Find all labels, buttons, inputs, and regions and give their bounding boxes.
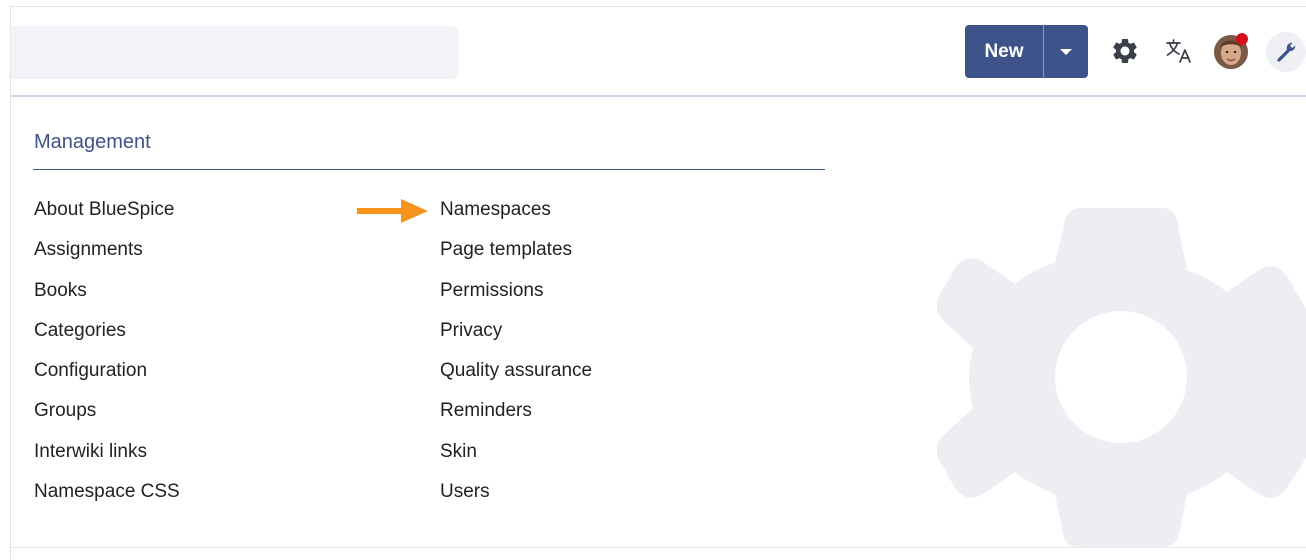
link-assignments[interactable]: Assignments xyxy=(34,237,180,277)
link-interwiki-links[interactable]: Interwiki links xyxy=(34,439,180,479)
link-configuration[interactable]: Configuration xyxy=(34,358,180,398)
frame-border-bottom xyxy=(10,547,1306,548)
admin-tools-button[interactable] xyxy=(1266,32,1306,72)
section-title: Management xyxy=(34,131,151,153)
notification-dot xyxy=(1236,33,1248,45)
gear-icon xyxy=(1113,39,1137,63)
avatar xyxy=(1214,33,1248,69)
new-dropdown-toggle[interactable] xyxy=(1044,25,1088,78)
link-permissions[interactable]: Permissions xyxy=(440,278,592,318)
watermark-gear-icon xyxy=(937,208,1306,547)
link-groups[interactable]: Groups xyxy=(34,398,180,438)
frame-border-left xyxy=(10,6,11,560)
settings-button[interactable] xyxy=(1108,34,1142,68)
management-links-left: About BlueSpice Assignments Books Catego… xyxy=(34,197,180,519)
new-button[interactable]: New xyxy=(965,25,1044,78)
wrench-icon xyxy=(1277,42,1296,62)
link-privacy[interactable]: Privacy xyxy=(440,318,592,358)
user-avatar-button[interactable] xyxy=(1212,32,1250,70)
new-button-group: New xyxy=(965,25,1088,78)
link-page-templates[interactable]: Page templates xyxy=(440,237,592,277)
link-namespace-css[interactable]: Namespace CSS xyxy=(34,479,180,519)
frame-border-top xyxy=(10,6,1306,7)
link-about-bluespice[interactable]: About BlueSpice xyxy=(34,197,180,237)
link-skin[interactable]: Skin xyxy=(440,439,592,479)
translate-icon xyxy=(1166,39,1191,63)
link-users[interactable]: Users xyxy=(440,479,592,519)
arrow-right-icon xyxy=(357,199,428,223)
link-reminders[interactable]: Reminders xyxy=(440,398,592,438)
search-input[interactable] xyxy=(11,26,459,79)
link-quality-assurance[interactable]: Quality assurance xyxy=(440,358,592,398)
header-divider xyxy=(11,95,1306,97)
link-books[interactable]: Books xyxy=(34,278,180,318)
link-namespaces[interactable]: Namespaces xyxy=(440,197,592,237)
link-categories[interactable]: Categories xyxy=(34,318,180,358)
language-button[interactable] xyxy=(1161,33,1197,69)
section-divider xyxy=(33,169,825,170)
management-links-right: Namespaces Page templates Permissions Pr… xyxy=(440,197,592,519)
caret-down-icon xyxy=(1060,48,1072,55)
